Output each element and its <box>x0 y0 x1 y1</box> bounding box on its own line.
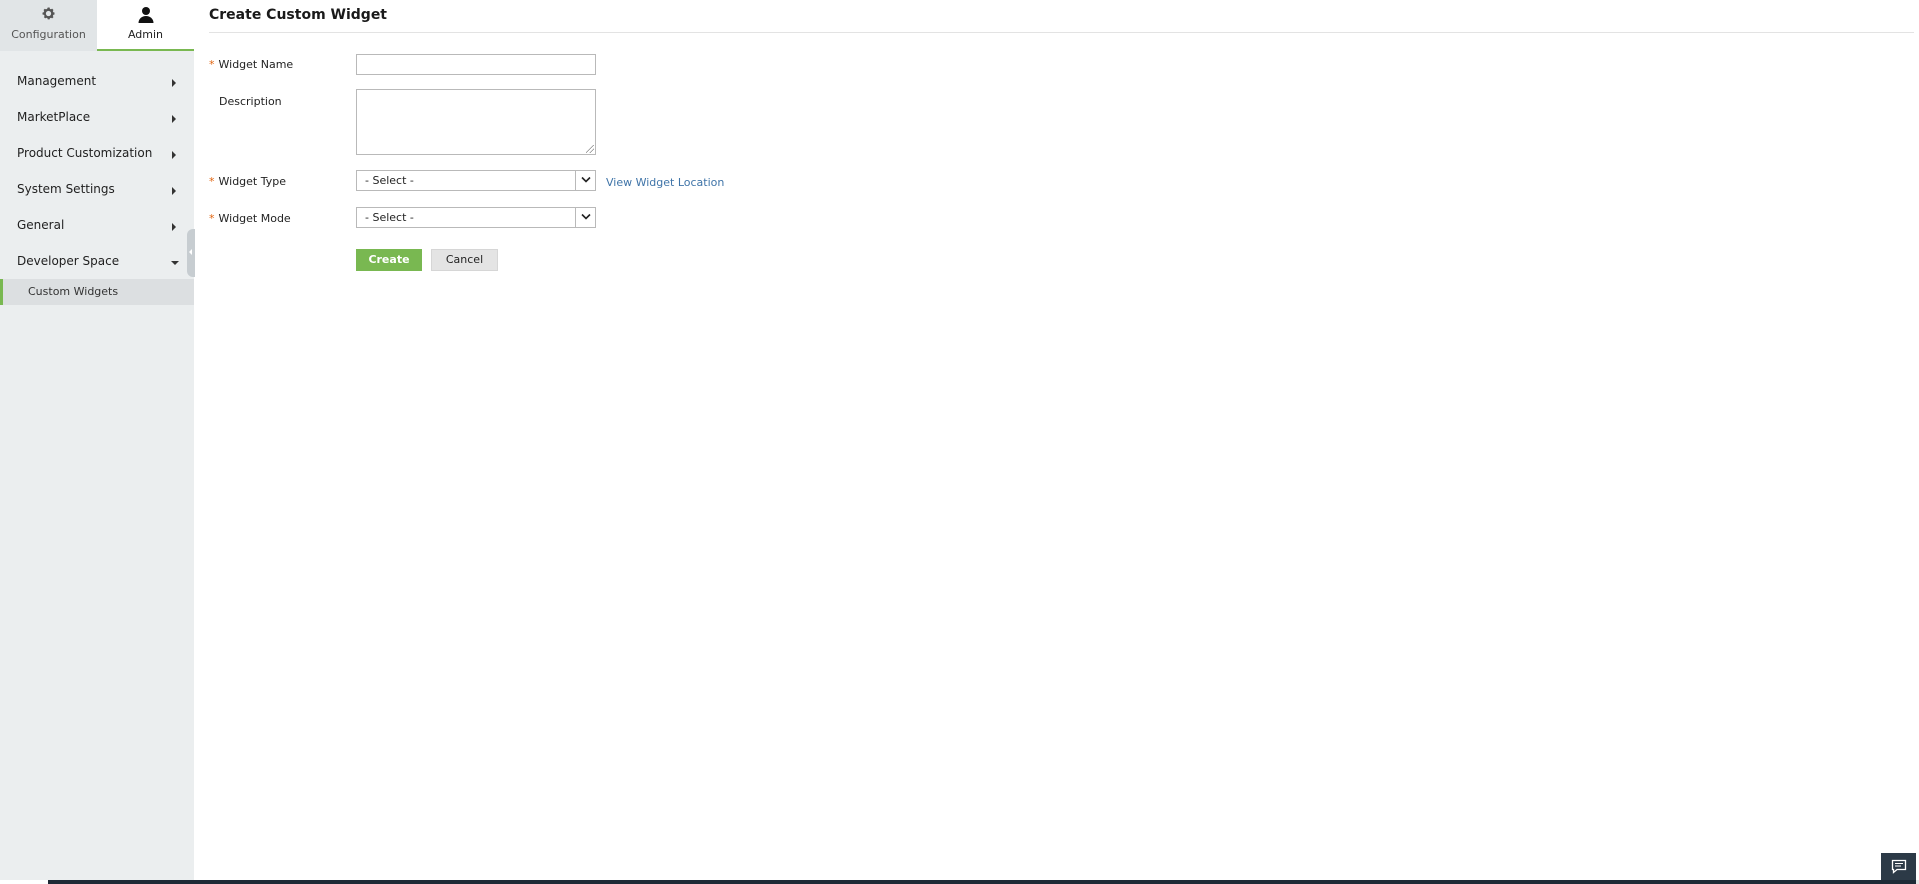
chevron-right-icon <box>172 115 176 123</box>
tab-configuration-label: Configuration <box>11 28 86 41</box>
chevron-down-icon[interactable] <box>575 208 595 227</box>
required-marker: * <box>209 175 215 188</box>
widget-type-label: * Widget Type <box>209 175 286 188</box>
chevron-left-icon <box>189 249 192 255</box>
widget-name-label-text: Widget Name <box>218 58 294 71</box>
widget-mode-select[interactable]: - Select - <box>356 207 596 228</box>
widget-type-label-text: Widget Type <box>218 175 287 188</box>
taskbar-segment <box>0 880 48 884</box>
widget-mode-selected-value: - Select - <box>365 211 414 224</box>
resize-handle-icon[interactable] <box>586 145 594 153</box>
chevron-down-icon[interactable] <box>575 171 595 190</box>
tab-configuration[interactable]: Configuration <box>0 0 97 51</box>
required-marker: * <box>209 212 215 225</box>
taskbar-strip <box>0 880 1919 884</box>
required-marker: * <box>209 58 215 71</box>
widget-mode-label: * Widget Mode <box>209 212 291 225</box>
page-title: Create Custom Widget <box>209 7 388 23</box>
description-label-text: Description <box>219 95 282 108</box>
widget-name-label: * Widget Name <box>209 58 293 71</box>
description-label: Description <box>209 95 282 108</box>
sidebar-item-label: Developer Space <box>17 254 120 268</box>
gear-icon <box>0 6 97 24</box>
main-content: Create Custom Widget * Widget Name Descri… <box>194 0 1919 884</box>
title-divider <box>209 32 1914 33</box>
taskbar-segment <box>48 880 336 884</box>
sidebar-item-label: General <box>17 218 65 232</box>
sidebar-item-label: MarketPlace <box>17 110 91 124</box>
sidebar: Configuration Admin Management MarketPla… <box>0 0 195 884</box>
sidebar-item-general[interactable]: General <box>0 212 194 240</box>
taskbar-segment <box>336 880 1916 884</box>
sidebar-subitem-custom-widgets[interactable]: Custom Widgets <box>0 279 194 305</box>
chevron-down-icon <box>171 261 179 265</box>
sidebar-subitem-label: Custom Widgets <box>28 285 119 298</box>
widget-mode-label-text: Widget Mode <box>218 212 291 225</box>
user-icon <box>97 6 194 24</box>
chevron-right-icon <box>172 187 176 195</box>
sidebar-top-tabs: Configuration Admin <box>0 0 194 52</box>
sidebar-item-marketplace[interactable]: MarketPlace <box>0 104 194 132</box>
chevron-right-icon <box>172 151 176 159</box>
sidebar-item-developer-space[interactable]: Developer Space <box>0 248 194 276</box>
chevron-right-icon <box>172 223 176 231</box>
widget-name-input[interactable] <box>356 54 596 75</box>
view-widget-location-link[interactable]: View Widget Location <box>606 176 724 189</box>
chevron-right-icon <box>172 79 176 87</box>
description-textarea[interactable] <box>356 89 596 155</box>
widget-type-selected-value: - Select - <box>365 174 414 187</box>
chat-icon[interactable] <box>1881 853 1916 880</box>
sidebar-item-system-settings[interactable]: System Settings <box>0 176 194 204</box>
tab-admin[interactable]: Admin <box>97 0 194 51</box>
sidebar-item-label: Product Customization <box>17 146 153 160</box>
sidebar-item-label: System Settings <box>17 182 115 196</box>
cancel-button[interactable]: Cancel <box>431 249 498 271</box>
sidebar-item-management[interactable]: Management <box>0 68 194 96</box>
sidebar-item-label: Management <box>17 74 97 88</box>
create-button[interactable]: Create <box>356 249 422 271</box>
sidebar-item-product-customization[interactable]: Product Customization <box>0 140 194 168</box>
widget-type-select[interactable]: - Select - <box>356 170 596 191</box>
tab-admin-label: Admin <box>127 28 164 41</box>
